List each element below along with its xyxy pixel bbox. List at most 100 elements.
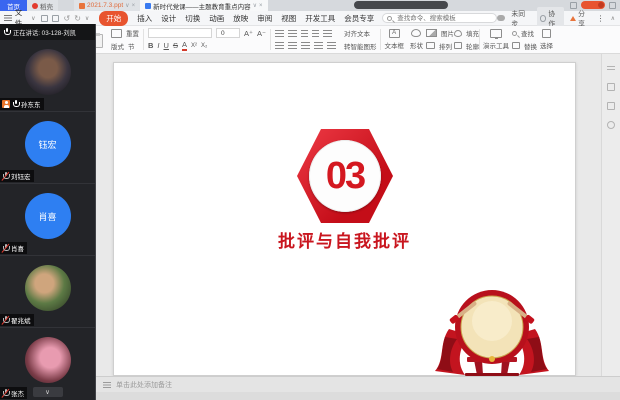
underline-button[interactable]: U — [164, 41, 169, 50]
paragraph-group — [271, 26, 340, 53]
tab-caret-icon[interactable]: ∨ — [253, 2, 257, 9]
slide[interactable]: 03 批评与自我批评 — [113, 62, 576, 376]
tab-insert[interactable]: 插入 — [137, 13, 152, 24]
increase-font-icon[interactable]: A⁺ — [244, 29, 253, 38]
align-text-button[interactable]: 对齐文本 — [344, 28, 377, 38]
undo-icon[interactable]: ↺ — [63, 14, 70, 23]
align-right-icon[interactable] — [301, 42, 310, 49]
tab-view[interactable]: 视图 — [281, 13, 296, 24]
slide-title[interactable]: 批评与自我批评 — [114, 227, 575, 252]
more-icon[interactable]: ⋮ — [597, 14, 605, 23]
redo-icon[interactable]: ↻ — [74, 14, 81, 23]
tab-design[interactable]: 设计 — [161, 13, 176, 24]
font-name-combo[interactable] — [148, 28, 212, 38]
participant-name: 刘钰宏 — [11, 171, 31, 181]
ppt-file-icon — [79, 3, 85, 9]
justify-icon[interactable] — [314, 42, 323, 49]
panel-animation-icon[interactable] — [607, 102, 615, 110]
align-left-icon[interactable] — [275, 42, 284, 49]
present-tools-button[interactable]: 演示工具 — [480, 26, 512, 53]
screen-share-overlay-bar — [354, 1, 448, 9]
show-more-participants-button[interactable]: ∨ — [33, 387, 63, 397]
tab-close-icon[interactable]: × — [132, 3, 136, 9]
superscript-button[interactable]: X² — [191, 43, 197, 49]
numbered-list-icon[interactable] — [288, 30, 297, 37]
line-spacing-icon[interactable] — [323, 30, 332, 37]
find-button[interactable]: 查找 — [512, 28, 537, 38]
textbox-button[interactable]: A 文本框 — [381, 26, 407, 53]
replace-button[interactable]: 替换 — [512, 41, 537, 51]
tab-member[interactable]: 会员专享 — [344, 13, 374, 24]
fill-icon — [454, 30, 462, 37]
fill-button[interactable]: 填充 — [454, 28, 479, 38]
participant-tile[interactable]: 肖喜 肖喜 — [0, 184, 95, 256]
italic-button[interactable]: I — [157, 41, 159, 50]
participant-tile[interactable]: 张杰 ∨ — [0, 328, 95, 400]
video-conference-panel: 正在讲话: 03-128-刘凯 孙东东 钰宏 刘钰宏 肖喜 肖喜 — [0, 24, 96, 400]
font-color-button[interactable]: A — [182, 40, 187, 51]
panel-properties-icon[interactable] — [607, 83, 615, 91]
smart-graphic-button[interactable]: 转智能图形 — [344, 41, 377, 51]
strikethrough-button[interactable]: S — [173, 41, 178, 50]
share-icon — [570, 16, 576, 21]
status-bar — [96, 392, 620, 400]
collapse-ribbon-icon[interactable]: ∧ — [611, 15, 615, 22]
tab-document-1[interactable]: 2021.7.3.ppt ∨ × — [74, 0, 140, 11]
notes-placeholder[interactable]: 单击此处添加备注 — [116, 380, 172, 390]
arrange-button[interactable]: 排列 — [426, 41, 454, 51]
tab-document-2-active[interactable]: 新时代党课——主题教育重点内容 ∨ × — [140, 0, 267, 11]
sync-status-label: 未同步 — [511, 8, 530, 28]
tab-close-icon[interactable]: × — [259, 3, 263, 9]
participant-name: 张杰 — [11, 388, 24, 398]
shapes-button[interactable]: 形状 — [407, 26, 426, 53]
tab-home-ribbon[interactable]: 开始 — [99, 11, 128, 26]
hamburger-icon[interactable] — [4, 15, 12, 21]
picture-button[interactable]: 图片 — [426, 28, 454, 38]
font-name-input[interactable] — [151, 29, 209, 38]
mic-muted-icon — [2, 389, 9, 398]
section-button[interactable]: 节 — [128, 41, 135, 51]
tab-caret-icon[interactable]: ∨ — [125, 2, 129, 9]
notes-bar[interactable]: 单击此处添加备注 — [96, 376, 620, 392]
font-size-input[interactable] — [219, 29, 237, 38]
share-button[interactable]: 分享 — [570, 8, 590, 28]
panel-list-icon[interactable] — [607, 66, 615, 72]
command-search[interactable] — [382, 13, 497, 23]
subscript-button[interactable]: X₂ — [201, 43, 207, 49]
speaking-banner: 正在讲话: 03-128-刘凯 — [0, 24, 95, 40]
decrease-indent-icon[interactable] — [301, 30, 308, 37]
participant-name: 孙东东 — [21, 99, 41, 109]
slide-editor-canvas: 03 批评与自我批评 — [96, 54, 620, 376]
save-icon[interactable] — [41, 15, 48, 22]
print-icon[interactable] — [52, 15, 59, 22]
participant-tile[interactable]: 孙东东 — [0, 40, 95, 112]
outline-button[interactable]: 轮廓 — [454, 41, 479, 51]
select-button[interactable]: 选择 — [537, 26, 556, 53]
slide-number-shape[interactable]: 03 — [297, 129, 393, 223]
cloud-sync-icon[interactable] — [497, 15, 506, 21]
reset-button[interactable]: 重置 — [126, 28, 139, 38]
find-icon — [512, 31, 517, 36]
distribute-icon[interactable] — [327, 42, 336, 49]
panel-help-icon[interactable] — [607, 121, 615, 129]
search-input[interactable] — [395, 14, 492, 23]
tab-transition[interactable]: 切换 — [185, 13, 200, 24]
font-size-combo[interactable] — [216, 28, 240, 38]
mic-muted-icon — [2, 244, 9, 253]
decrease-font-icon[interactable]: A⁻ — [257, 29, 266, 38]
tab-slideshow[interactable]: 放映 — [233, 13, 248, 24]
layout-button[interactable]: 版式 — [111, 41, 124, 51]
reset-icon — [111, 29, 122, 38]
tab-developer[interactable]: 开发工具 — [305, 13, 335, 24]
tab-animation[interactable]: 动画 — [209, 13, 224, 24]
quickbar-caret-icon[interactable]: ∨ — [85, 15, 89, 22]
increase-indent-icon[interactable] — [312, 30, 319, 37]
drum-illustration[interactable] — [435, 289, 549, 377]
mic-on-icon — [12, 100, 19, 109]
participant-tile[interactable]: 钰宏 刘钰宏 — [0, 112, 95, 184]
bold-button[interactable]: B — [148, 41, 153, 50]
align-center-icon[interactable] — [288, 42, 297, 49]
participant-tile[interactable]: 翟兆斌 — [0, 256, 95, 328]
tab-review[interactable]: 审阅 — [257, 13, 272, 24]
bullet-list-icon[interactable] — [275, 30, 284, 37]
